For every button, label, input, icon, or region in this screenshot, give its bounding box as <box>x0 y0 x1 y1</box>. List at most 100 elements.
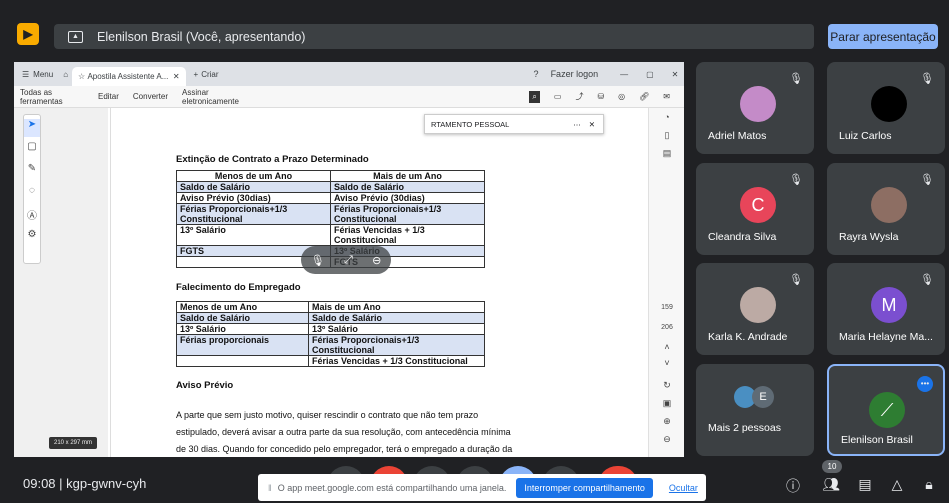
pdf-page: Extinção de Contrato a Prazo Determinado… <box>110 108 648 457</box>
self-tile[interactable]: ••• ⟋ Elenilson Brasil <box>827 364 945 456</box>
close-tab-icon[interactable]: ✕ <box>173 72 180 81</box>
table-cell: Férias Proporcionais+1/3 Constitucional <box>308 334 485 356</box>
table-header: Mais de um Ano <box>308 301 485 313</box>
zoom-out-icon[interactable]: ⊖ <box>649 434 684 445</box>
activities-icon[interactable]: △ <box>888 476 906 494</box>
mic-off-icon: 🎙︎ <box>789 174 803 186</box>
participant-tile[interactable]: 🎙︎ M Maria Helayne Ma... <box>827 263 945 355</box>
mic-off-icon: 🎙︎ <box>920 73 934 85</box>
participant-tile[interactable]: 🎙︎ Adriel Matos <box>696 62 814 154</box>
comments-icon[interactable]: ◔ <box>649 112 684 122</box>
pages-icon[interactable]: ▤ <box>649 148 684 159</box>
participant-name: Rayra Wysla <box>839 231 899 243</box>
people-count-badge: 10 <box>822 460 842 473</box>
stop-sharing-button[interactable]: Interromper compartilhamento <box>516 477 653 498</box>
refresh-icon[interactable]: ↻ <box>649 380 684 391</box>
info-icon[interactable]: ⓘ <box>784 476 802 494</box>
screen-share-icon: ▲ <box>68 30 83 43</box>
table-header: Menos de um Ano <box>176 301 309 313</box>
avatar <box>740 86 776 122</box>
people-icon[interactable]: 👥︎ <box>822 476 840 494</box>
mic-off-icon: 🎙︎ <box>789 274 803 286</box>
print-icon[interactable]: ▭ <box>554 92 562 101</box>
sharing-notice: ‖ O app meet.google.com está compartilha… <box>258 474 706 501</box>
table-cell: Aviso Prévio (30dias) <box>176 192 331 204</box>
find-more-icon[interactable]: ⋯ <box>573 120 581 129</box>
find-close-icon[interactable]: ✕ <box>589 120 595 129</box>
shared-window: ☰ Menu ⌂ ☆ Apostila Assistente A... ✕ + … <box>14 62 684 457</box>
toolbar-edit[interactable]: Editar <box>98 92 119 101</box>
remove-icon[interactable]: ⊖ <box>372 254 381 267</box>
page-down-icon[interactable]: ˅ <box>649 358 684 368</box>
paragraph-line: estipulado, deverá avisar a outra parte … <box>176 427 511 437</box>
link-icon[interactable]: 🔗︎ <box>639 92 649 101</box>
maximize-icon[interactable]: ▢ <box>646 70 654 79</box>
zoom-in-icon[interactable]: ⊕ <box>649 416 684 427</box>
mic-overlay[interactable]: 🎙︎ ⤢ ⊖ <box>301 246 391 274</box>
mic-off-icon[interactable]: 🎙︎ <box>311 254 325 267</box>
participant-name: Karla K. Andrade <box>708 331 788 343</box>
participant-tile[interactable]: 🎙︎ Karla K. Andrade <box>696 263 814 355</box>
table-cell <box>176 355 309 367</box>
menu-label[interactable]: Menu <box>33 70 53 79</box>
presenting-icon[interactable]: ▶ <box>17 23 39 45</box>
mic-off-icon: 🎙︎ <box>920 174 934 186</box>
login-link[interactable]: Fazer logon <box>551 69 599 79</box>
drag-handle-icon[interactable]: ‖ <box>268 483 272 493</box>
meeting-time-code: 09:08 | kgp-gwnv-cyh <box>23 476 147 491</box>
search-icon[interactable]: ⌕ <box>529 90 540 103</box>
avatar <box>740 287 776 323</box>
select-tool-icon[interactable]: ➤ <box>24 119 40 137</box>
participant-tile[interactable]: 🎙︎ Luiz Carlos <box>827 62 945 154</box>
menu-icon[interactable]: ☰ <box>22 70 29 79</box>
minimize-icon[interactable]: — <box>620 70 628 79</box>
expand-icon[interactable]: ⤢ <box>344 254 353 267</box>
participant-tile[interactable]: 🎙︎ Rayra Wysla <box>827 163 945 255</box>
new-tab-label[interactable]: Criar <box>201 70 218 79</box>
new-tab-icon[interactable]: + <box>194 70 199 79</box>
pdf-toolbar: Todas as ferramentas Editar Converter As… <box>14 86 684 108</box>
right-tools-rail: ◔ ▯ ▤ 159 206 ˄ ˅ ↻ ▣ ⊕ ⊖ <box>648 108 684 457</box>
browser-tab[interactable]: ☆ Apostila Assistente A... ✕ <box>72 67 186 86</box>
page-up-icon[interactable]: ˄ <box>649 342 684 352</box>
host-controls-icon[interactable]: 🔒︎ <box>920 476 938 494</box>
browser-tabbar: ☰ Menu ⌂ ☆ Apostila Assistente A... ✕ + … <box>14 62 684 86</box>
chat-icon[interactable]: ▤ <box>856 476 874 494</box>
stop-presenting-button[interactable]: Parar apresentação <box>828 24 938 49</box>
table-cell: Saldo de Salário <box>176 181 331 193</box>
toolbar-convert[interactable]: Converter <box>133 92 168 101</box>
save-icon[interactable]: ⛁ <box>597 92 604 101</box>
close-window-icon[interactable]: ✕ <box>672 70 679 79</box>
find-box[interactable]: RTAMENTO PESSOAL ⋯ ✕ <box>424 114 604 134</box>
table-cell: Aviso Prévio (30dias) <box>330 192 485 204</box>
help-icon[interactable]: ? <box>534 69 539 79</box>
attach-icon[interactable]: ▯ <box>649 130 684 141</box>
ai-icon[interactable]: ◎ <box>618 92 625 101</box>
text-tool-icon[interactable]: Ⓐ <box>24 207 40 225</box>
toolbar-all-tools[interactable]: Todas as ferramentas <box>20 88 84 106</box>
page-size-label: 210 x 297 mm <box>49 437 97 449</box>
share-icon[interactable]: ⤴ <box>575 91 583 102</box>
mail-icon[interactable]: ✉ <box>663 92 670 101</box>
find-input[interactable]: RTAMENTO PESSOAL <box>431 120 509 129</box>
lasso-tool-icon[interactable]: ◌ <box>24 185 40 203</box>
table-cell: Saldo de Salário <box>330 181 485 193</box>
toolbar-sign[interactable]: Assinar eletronicamente <box>182 88 253 106</box>
participant-name: Maria Helayne Ma... <box>839 331 933 343</box>
stamp-tool-icon[interactable]: ⚙ <box>24 229 40 247</box>
table-cell: Férias proporcionais <box>176 334 309 356</box>
table-header: Mais de um Ano <box>330 170 485 182</box>
participant-tile[interactable]: 🎙︎ C Cleandra Silva <box>696 163 814 255</box>
home-icon[interactable]: ⌂ <box>63 70 68 79</box>
mic-off-icon: 🎙︎ <box>789 73 803 85</box>
table-cell: Férias Proporcionais+1/3 Constitucional <box>330 203 485 225</box>
participant-name: Cleandra Silva <box>708 231 777 243</box>
participant-name: Mais 2 pessoas <box>708 422 781 434</box>
fit-page-icon[interactable]: ▣ <box>649 398 684 409</box>
tool-palette: ➤ ▢ ✎ ◌ Ⓐ ⚙ <box>23 114 41 264</box>
comment-tool-icon[interactable]: ▢ <box>24 141 40 159</box>
participant-name: Adriel Matos <box>708 130 767 142</box>
more-people-tile[interactable]: E Mais 2 pessoas <box>696 364 814 456</box>
pen-tool-icon[interactable]: ✎ <box>24 163 40 181</box>
hide-notice-link[interactable]: Ocultar <box>669 483 698 493</box>
